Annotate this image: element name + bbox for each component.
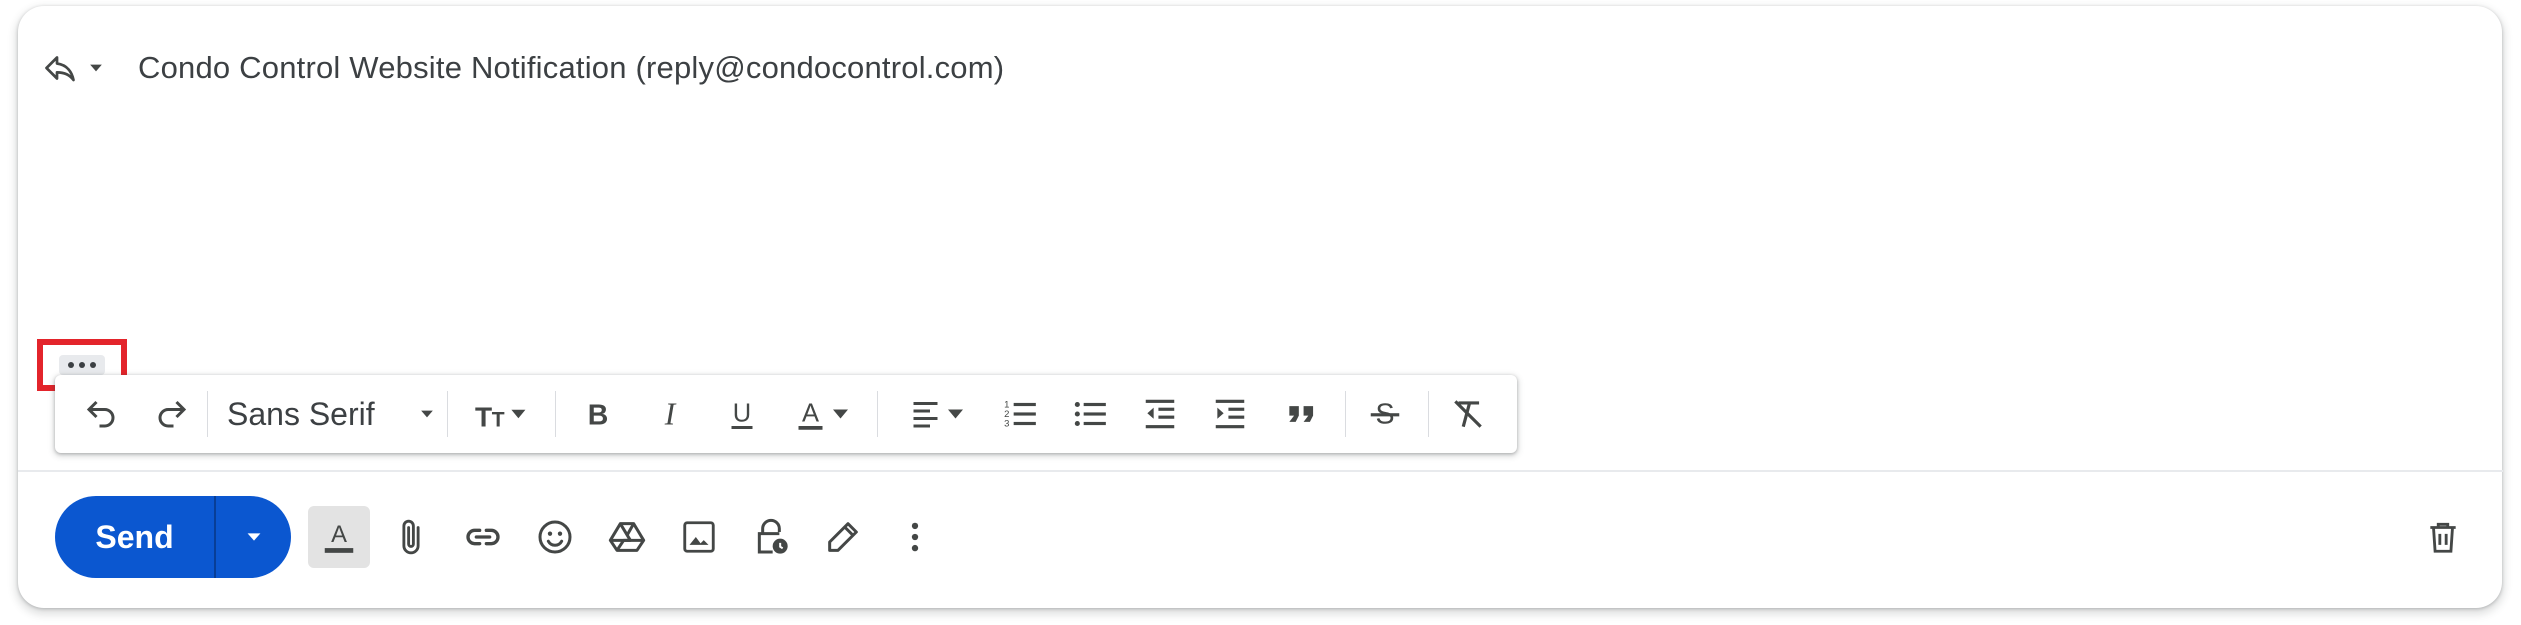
reply-type-dropdown-icon[interactable] <box>84 46 108 90</box>
text-color-icon[interactable]: A <box>785 388 863 440</box>
quote-icon[interactable] <box>1274 388 1330 440</box>
svg-text:B: B <box>588 400 609 432</box>
svg-text:A: A <box>802 400 819 428</box>
svg-text:A: A <box>331 521 347 548</box>
undo-icon[interactable] <box>75 388 127 440</box>
align-icon[interactable] <box>898 388 980 440</box>
recipient-label[interactable]: Condo Control Website Notification (repl… <box>138 50 1004 86</box>
emoji-icon[interactable] <box>524 506 586 568</box>
font-family-select[interactable]: Sans Serif <box>227 388 437 440</box>
separator <box>1428 391 1429 437</box>
svg-text:T: T <box>475 402 492 431</box>
separator <box>1345 391 1346 437</box>
attach-icon[interactable] <box>380 506 442 568</box>
link-icon[interactable] <box>452 506 514 568</box>
chevron-down-icon <box>421 410 433 418</box>
font-name: Sans Serif <box>227 395 375 432</box>
bold-icon[interactable]: B <box>570 388 626 440</box>
indent-more-icon[interactable] <box>1202 388 1258 440</box>
italic-icon[interactable]: I <box>642 388 698 440</box>
svg-text:3: 3 <box>1004 419 1009 430</box>
toolbar-divider <box>18 470 2503 472</box>
send-options-button[interactable] <box>216 496 291 578</box>
formatting-toolbar: Sans Serif TT B I U A 123 S <box>55 375 1517 453</box>
confidential-mode-icon[interactable] <box>740 506 802 568</box>
formatting-options-icon[interactable]: A <box>308 506 370 568</box>
separator <box>555 391 556 437</box>
svg-text:U: U <box>733 400 751 428</box>
svg-text:I: I <box>664 397 677 432</box>
separator <box>877 391 878 437</box>
separator <box>207 391 208 437</box>
indent-less-icon[interactable] <box>1132 388 1188 440</box>
send-button-group: Send <box>55 496 291 578</box>
text-size-icon[interactable]: TT <box>463 388 543 440</box>
more-horizontal-icon <box>59 355 105 375</box>
signature-icon[interactable] <box>812 506 874 568</box>
drive-icon[interactable] <box>596 506 658 568</box>
reply-header: Condo Control Website Notification (repl… <box>38 40 1004 96</box>
redo-icon[interactable] <box>146 388 198 440</box>
more-options-icon[interactable] <box>884 506 946 568</box>
reply-icon[interactable] <box>38 46 82 90</box>
separator <box>447 391 448 437</box>
send-button[interactable]: Send <box>55 496 216 578</box>
remove-formatting-icon[interactable] <box>1440 388 1496 440</box>
photo-icon[interactable] <box>668 506 730 568</box>
underline-icon[interactable]: U <box>714 388 770 440</box>
chevron-down-icon <box>247 533 260 541</box>
strikethrough-icon[interactable]: S <box>1357 388 1413 440</box>
bulleted-list-icon[interactable] <box>1062 388 1118 440</box>
numbered-list-icon[interactable]: 123 <box>992 388 1048 440</box>
trash-icon[interactable] <box>2412 506 2474 568</box>
svg-text:T: T <box>492 409 505 431</box>
